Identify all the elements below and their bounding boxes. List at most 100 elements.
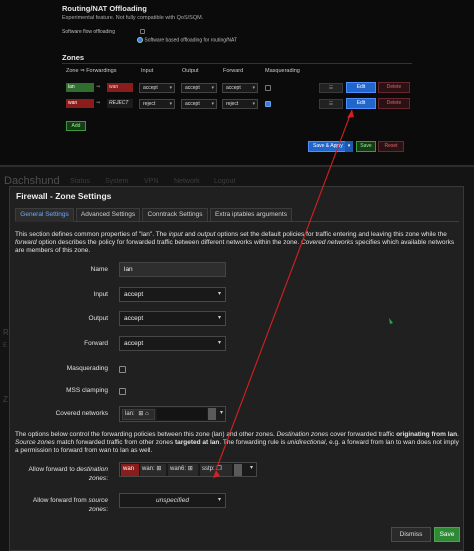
masquerading-checkbox[interactable] <box>265 85 271 91</box>
offload-subtitle: Experimental feature. Not fully compatib… <box>62 15 204 21</box>
zone-chip-lan: lan <box>66 83 94 92</box>
software-flow-label: Software flow offloading <box>62 29 115 35</box>
tab-general-settings[interactable]: General Settings <box>15 208 74 222</box>
forward-arrow: ⇒ <box>96 84 101 90</box>
covered-networks-label: Covered networks <box>55 410 108 417</box>
bridge-icon: ⌂ <box>145 411 149 417</box>
chevron-down-icon: ▾ <box>219 410 223 416</box>
zone-chip-wan: wan <box>66 99 94 108</box>
col-input: Input <box>141 68 154 74</box>
save-button[interactable]: Save <box>356 141 376 152</box>
ghost-text: Z <box>3 395 8 404</box>
network-device-icon: ⊞ <box>138 411 144 417</box>
ghost-text: E <box>3 343 8 349</box>
network-chip-lan: lan: ⊞ ⌂ <box>122 409 155 420</box>
menu-logout[interactable]: Logout <box>214 178 235 185</box>
output-policy-select[interactable]: accept <box>181 99 217 109</box>
reset-button[interactable]: Reset <box>378 141 404 152</box>
menu-vpn[interactable]: VPN <box>144 178 158 185</box>
forward-arrow: ⇒ <box>96 100 101 106</box>
network-device-icon: ⊞ <box>187 466 193 472</box>
scrollbar[interactable] <box>208 408 216 420</box>
chevron-down-icon: ▾ <box>217 291 221 297</box>
tab-bar: General Settings Advanced Settings Connt… <box>15 208 459 222</box>
add-zone-button[interactable]: Add <box>66 121 86 131</box>
output-select-value: accept <box>124 315 144 322</box>
network-chip-sstp: sstp: ❐ <box>200 464 232 476</box>
chevron-down-icon: ▾ <box>217 315 221 321</box>
zone-chip-wan: wan <box>121 464 139 476</box>
output-policy-select[interactable]: accept <box>181 83 217 93</box>
covered-networks-list <box>157 408 207 420</box>
chevron-down-icon: ▾ <box>217 340 221 346</box>
hardware-offload-radio[interactable] <box>137 37 143 43</box>
output-select[interactable]: accept ▾ <box>119 311 226 326</box>
mss-clamping-checkbox[interactable] <box>119 388 126 395</box>
dismiss-button[interactable]: Dismiss <box>391 527 431 542</box>
mss-clamping-label: MSS clamping <box>66 387 108 394</box>
ghost-text: R <box>3 328 9 337</box>
software-flow-checkbox[interactable] <box>140 29 146 35</box>
tab-advanced-settings[interactable]: Advanced Settings <box>76 208 140 222</box>
save-apply-dropdown-icon[interactable]: ▾ <box>345 141 353 152</box>
edit-button[interactable]: Edit <box>346 82 376 93</box>
save-button[interactable]: Save <box>434 527 460 542</box>
tab-extra-iptables[interactable]: Extra iptables arguments <box>210 208 292 222</box>
forward-target-chip: REJECT <box>107 99 133 108</box>
input-select-value: accept <box>124 291 144 298</box>
menu-system[interactable]: System <box>105 178 128 185</box>
menu-network[interactable]: Network <box>174 178 200 185</box>
col-forward: Forward <box>223 68 244 74</box>
software-flow-row: Software flow offloading <box>62 29 146 35</box>
forwarding-description: The options below control the forwarding… <box>15 431 459 454</box>
allow-forward-from-select[interactable]: unspecified ▾ <box>119 493 226 508</box>
save-apply-button[interactable]: Save & Apply <box>308 141 348 152</box>
forward-target-chip: wan <box>107 83 133 92</box>
forward-select[interactable]: accept ▾ <box>119 336 226 351</box>
delete-button[interactable]: Delete <box>378 98 410 109</box>
col-zone-forwardings: Zone ⇒ Forwardings <box>66 68 117 74</box>
table-row: lan ⇒ wan accept accept accept ☰ Edit De… <box>62 81 412 95</box>
forward-policy-select[interactable]: reject <box>222 99 258 109</box>
input-policy-select[interactable]: reject <box>139 99 175 109</box>
input-select[interactable]: accept ▾ <box>119 287 226 302</box>
output-label: Output <box>88 315 108 322</box>
copy-icon: ❐ <box>216 466 222 472</box>
menu-status[interactable]: Status <box>70 178 90 185</box>
allow-forward-from-value: unspecified <box>156 497 189 504</box>
chevron-down-icon: ▾ <box>249 465 253 471</box>
scrollbar[interactable] <box>234 464 242 476</box>
edit-button[interactable]: Edit <box>346 98 376 109</box>
background-firewall-page: Routing/NAT Offloading Experimental feat… <box>0 0 474 172</box>
forward-select-value: accept <box>124 340 144 347</box>
offload-title: Routing/NAT Offloading <box>62 4 147 13</box>
delete-button[interactable]: Delete <box>378 82 410 93</box>
masquerading-label: Masquerading <box>66 365 108 372</box>
allow-forward-to-label: Allow forward to destination zones: <box>28 466 109 482</box>
allow-forward-from-label: Allow forward from source zones: <box>32 497 108 513</box>
software-flow-desc-row: Software based offloading for routing/NA… <box>137 37 237 43</box>
network-chip-wan: wan: ⊞ <box>140 464 166 476</box>
input-label: Input <box>93 291 108 298</box>
forward-policy-select[interactable]: accept <box>222 83 258 93</box>
name-label: Name <box>90 266 108 273</box>
drag-handle[interactable]: ☰ <box>319 83 343 93</box>
masquerading-checkbox[interactable] <box>265 101 271 107</box>
table-row: wan ⇒ REJECT reject accept reject ☰ Edit… <box>62 97 412 111</box>
allow-forward-to-select[interactable]: wan wan: ⊞ wan6: ⊞ sstp: ❐ ▾ <box>119 462 257 477</box>
masquerading-checkbox[interactable] <box>119 366 126 373</box>
input-policy-select[interactable]: accept <box>139 83 175 93</box>
tab-conntrack-settings[interactable]: Conntrack Settings <box>142 208 208 222</box>
software-flow-desc: Software based offloading for routing/NA… <box>144 37 238 44</box>
col-masquerading: Masquerading <box>265 68 300 74</box>
chevron-down-icon: ▾ <box>217 497 221 503</box>
drag-handle[interactable]: ☰ <box>319 99 343 109</box>
zone-settings-modal: Firewall - Zone Settings General Setting… <box>9 186 464 551</box>
forward-label: Forward <box>84 340 108 347</box>
col-output: Output <box>182 68 199 74</box>
network-chip-wan6: wan6: ⊞ <box>168 464 198 476</box>
covered-networks-select[interactable]: lan: ⊞ ⌂ ▾ <box>119 406 226 422</box>
name-field[interactable]: lan <box>119 262 226 277</box>
zone-description: This section defines common properties o… <box>15 231 455 254</box>
modal-title: Firewall - Zone Settings <box>16 191 112 201</box>
